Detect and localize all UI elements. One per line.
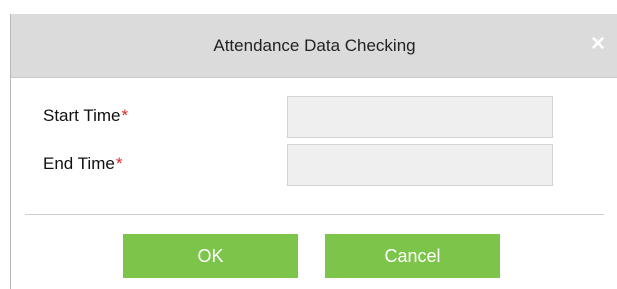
end-time-row: End Time* <box>11 144 617 186</box>
start-time-label-text: Start Time <box>43 106 121 125</box>
close-icon[interactable]: × <box>586 32 610 56</box>
start-time-label: Start Time* <box>43 106 128 126</box>
dialog-titlebar: Attendance Data Checking × <box>11 14 617 78</box>
divider <box>25 214 604 215</box>
ok-button[interactable]: OK <box>123 234 298 278</box>
end-time-input[interactable] <box>287 144 553 186</box>
required-mark: * <box>115 154 123 173</box>
start-time-input[interactable] <box>287 96 553 138</box>
end-time-label-text: End Time <box>43 154 115 173</box>
cancel-button[interactable]: Cancel <box>325 234 500 278</box>
required-mark: * <box>121 106 129 125</box>
dialog-title: Attendance Data Checking <box>213 36 416 55</box>
start-time-row: Start Time* <box>11 96 617 138</box>
end-time-label: End Time* <box>43 154 122 174</box>
attendance-data-checking-dialog: Attendance Data Checking × Start Time* E… <box>10 14 617 289</box>
